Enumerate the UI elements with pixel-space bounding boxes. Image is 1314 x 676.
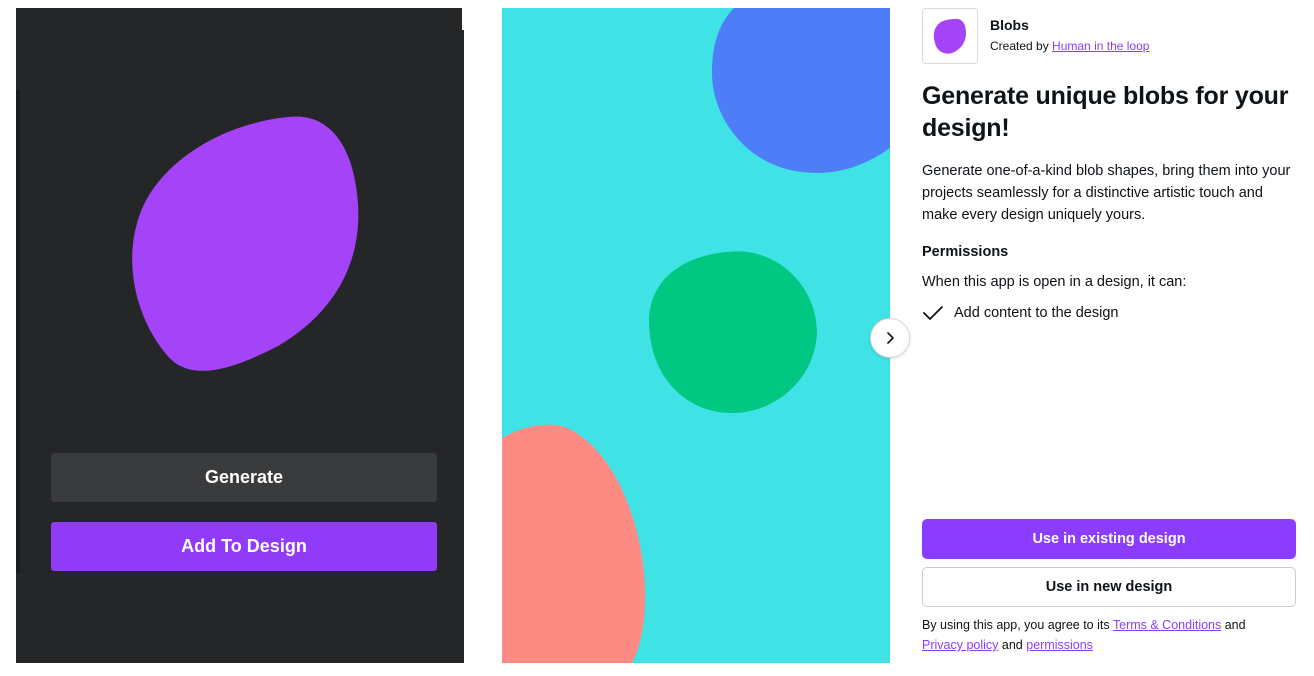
terms-prefix: By using this app, you agree to its [922, 618, 1110, 632]
terms-link[interactable]: Terms & Conditions [1113, 618, 1221, 632]
add-to-design-button[interactable]: Add To Design [51, 522, 437, 571]
app-headline: Generate unique blobs for your design! [922, 82, 1289, 142]
green-blob [649, 251, 817, 414]
chevron-right-icon [887, 332, 894, 344]
terms-and-2: and [1001, 638, 1023, 652]
creator-line: Created by Human in the loop [990, 39, 1149, 53]
use-in-new-design-button[interactable]: Use in new design [922, 567, 1296, 607]
check-icon [923, 306, 943, 320]
creator-link[interactable]: Human in the loop [1052, 39, 1149, 53]
app-description: Generate one-of-a-kind blob shapes, brin… [922, 163, 1291, 223]
app-icon [922, 8, 978, 64]
coral-blob [502, 424, 646, 663]
purple-blob [132, 116, 359, 371]
permissions-intro: When this app is open in a design, it ca… [922, 274, 1187, 290]
permission-item: Add content to the design [922, 303, 1118, 323]
created-by-label: Created by [990, 39, 1049, 53]
permission-label: Add content to the design [954, 305, 1119, 321]
app-preview-dark: Generate Add To Design [16, 8, 464, 663]
carousel-next-button[interactable] [870, 318, 910, 358]
app-name: Blobs [990, 17, 1029, 33]
privacy-policy-link[interactable]: Privacy policy [922, 638, 998, 652]
app-preview-shapes [502, 8, 890, 663]
terms-notice: By using this app, you agree to its Term… [922, 615, 1302, 655]
preview-notch [462, 8, 464, 30]
permissions-link[interactable]: permissions [1026, 638, 1093, 652]
preview-edge [16, 90, 20, 573]
use-in-existing-design-button[interactable]: Use in existing design [922, 519, 1296, 559]
blue-blob [712, 8, 890, 173]
blob-icon [933, 18, 966, 54]
permissions-title: Permissions [922, 244, 1009, 260]
terms-and-1: and [1224, 618, 1246, 632]
generate-button[interactable]: Generate [51, 453, 437, 502]
